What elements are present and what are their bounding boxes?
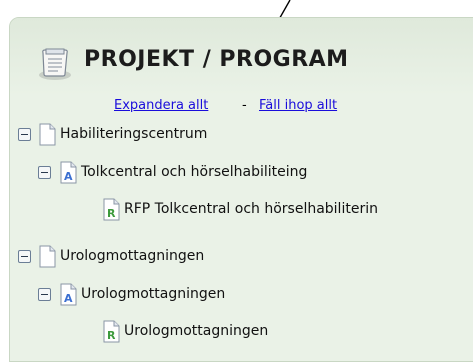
tree-node-label[interactable]: Urologmottagningen — [81, 286, 225, 302]
document-icon — [39, 48, 71, 80]
tree-node-urologmottagningen-sub: A Urologmottagningen — [10, 283, 470, 307]
tree-node-label[interactable]: Urologmottagningen — [60, 248, 204, 264]
a-document-icon: A — [60, 283, 77, 306]
project-panel: PROJEKT / PROGRAM Expandera allt - Fäll … — [9, 17, 473, 362]
page-icon — [39, 123, 56, 146]
panel-title: PROJEKT / PROGRAM — [84, 47, 349, 72]
tree-node-label[interactable]: RFP Tolkcentral och hörselhabiliterin — [124, 201, 378, 217]
r-document-icon: R — [103, 320, 120, 343]
tree-node-urologmottagningen: Urologmottagningen — [10, 245, 470, 269]
a-document-icon: A — [60, 161, 77, 184]
collapse-toggle-icon[interactable] — [18, 250, 31, 263]
panel-header: PROJEKT / PROGRAM — [10, 18, 473, 96]
r-document-icon: R — [103, 198, 120, 221]
tree-node-rfp-tolkcentral: R RFP Tolkcentral och hörselhabiliterin — [10, 198, 473, 222]
tree-node-habiliteringscentrum: Habiliteringscentrum — [10, 123, 470, 147]
svg-text:R: R — [107, 329, 116, 342]
svg-text:A: A — [64, 292, 73, 305]
page-icon — [39, 245, 56, 268]
tree-node-label[interactable]: Habiliteringscentrum — [60, 126, 207, 142]
svg-text:A: A — [64, 170, 73, 183]
expand-all-link[interactable]: Expandera allt — [114, 98, 208, 113]
tree-node-tolkcentral: A Tolkcentral och hörselhabiliteing — [10, 161, 470, 185]
svg-text:R: R — [107, 207, 116, 220]
collapse-toggle-icon[interactable] — [38, 166, 51, 179]
collapse-toggle-icon[interactable] — [18, 128, 31, 141]
collapse-toggle-icon[interactable] — [38, 288, 51, 301]
collapse-all-link[interactable]: Fäll ihop allt — [259, 98, 337, 113]
tree-node-urologmottagningen-rfp: R Urologmottagningen — [10, 320, 470, 344]
link-separator: - — [242, 98, 247, 113]
tree-node-label[interactable]: Urologmottagningen — [124, 323, 268, 339]
tree-node-label[interactable]: Tolkcentral och hörselhabiliteing — [81, 164, 307, 180]
tree-controls: Expandera allt - Fäll ihop allt — [10, 98, 473, 118]
